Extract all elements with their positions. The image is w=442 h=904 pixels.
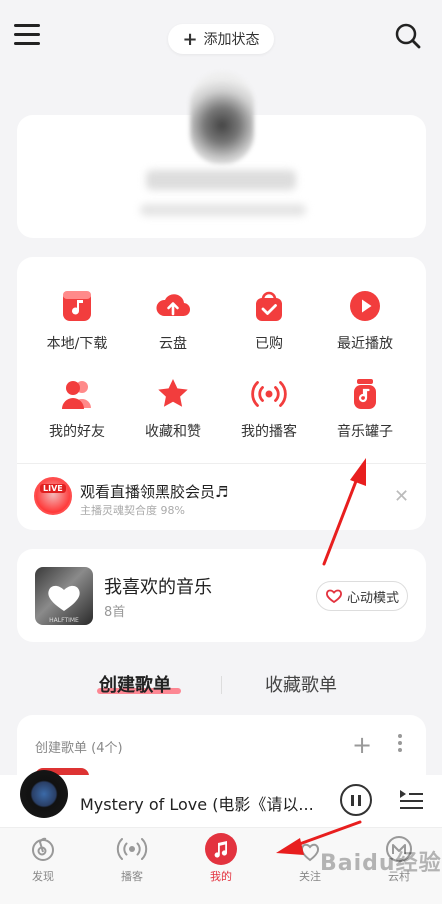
grid-item-label: 我的好友: [49, 424, 105, 440]
grid-item-label: 最近播放: [337, 336, 393, 352]
star-icon: [155, 376, 191, 412]
album-disc[interactable]: [20, 770, 68, 818]
tab-collected-playlists[interactable]: 收藏歌单: [265, 671, 337, 697]
grid-item-label: 收藏和赞: [145, 424, 201, 440]
live-promo-subtitle: 主播灵魂契合度 98%: [80, 504, 185, 517]
add-status-label: 添加状态: [203, 32, 260, 48]
grid-item-friends[interactable]: 我的好友: [32, 376, 122, 446]
cloud-upload-icon: [155, 288, 191, 324]
live-badge: LIVE: [40, 484, 66, 493]
live-promo-title[interactable]: 观看直播领黑胶会员♬: [80, 481, 228, 502]
grid-item-label: 音乐罐子: [337, 424, 393, 440]
podcast-icon: [116, 833, 148, 865]
nav-label: 我的: [210, 870, 232, 883]
more-icon[interactable]: [396, 734, 404, 754]
grid-item-local-download[interactable]: 本地/下载: [32, 288, 122, 358]
nav-discover[interactable]: 发现: [8, 833, 78, 884]
shopping-bag-icon: [251, 288, 287, 324]
nav-label: 发现: [32, 870, 54, 883]
divider: [17, 463, 426, 464]
profile-stats-blurred: [140, 204, 306, 216]
grid-item-cloud[interactable]: 云盘: [128, 288, 218, 358]
nav-mine[interactable]: 我的: [186, 833, 256, 884]
cover-text: HALFTIME: [49, 617, 79, 624]
song-title[interactable]: Mystery of Love (电影《请以...: [80, 791, 330, 815]
grid-item-podcast[interactable]: 我的播客: [224, 376, 314, 446]
live-avatar[interactable]: [34, 477, 72, 515]
search-icon[interactable]: [394, 22, 422, 50]
liked-music-count: 8首: [104, 605, 126, 620]
plus-icon: +: [182, 28, 198, 50]
playlist-queue-icon[interactable]: [398, 788, 424, 810]
close-icon[interactable]: ✕: [394, 486, 409, 507]
playlist-section-header: 创建歌单 (4个): [35, 741, 123, 756]
heart-outline-icon: [325, 589, 342, 604]
add-playlist-icon[interactable]: +: [352, 731, 372, 759]
music-jar-icon: [347, 376, 383, 412]
grid-item-recent[interactable]: 最近播放: [320, 288, 410, 358]
menu-icon[interactable]: [14, 24, 40, 46]
friends-icon: [59, 376, 95, 412]
discover-icon: [27, 833, 59, 865]
nav-label: 播客: [121, 870, 143, 883]
play-circle-icon: [347, 288, 383, 324]
liked-music-cover[interactable]: HALFTIME: [35, 567, 93, 625]
grid-item-label: 我的播客: [241, 424, 297, 440]
music-file-icon: [59, 288, 95, 324]
liked-music-title[interactable]: 我喜欢的音乐: [104, 573, 212, 599]
grid-item-music-jar[interactable]: 音乐罐子: [320, 376, 410, 446]
podcast-icon: [251, 376, 287, 412]
grid-item-label: 云盘: [159, 336, 187, 352]
grid-item-favorites[interactable]: 收藏和赞: [128, 376, 218, 446]
grid-item-label: 已购: [255, 336, 283, 352]
watermark: Baidu经验: [320, 851, 442, 876]
pause-button[interactable]: [340, 784, 372, 816]
grid-item-label: 本地/下载: [46, 336, 108, 352]
username-blurred: [146, 170, 296, 190]
nav-podcast[interactable]: 播客: [97, 833, 167, 884]
music-note-icon: [205, 833, 237, 865]
heart-mode-button[interactable]: 心动模式: [316, 581, 408, 611]
tab-created-playlists[interactable]: 创建歌单: [99, 671, 171, 697]
tab-separator: [221, 676, 222, 694]
avatar[interactable]: [190, 72, 254, 164]
grid-item-purchased[interactable]: 已购: [224, 288, 314, 358]
add-status-button[interactable]: + 添加状态: [168, 24, 274, 54]
heart-mode-label: 心动模式: [346, 590, 399, 606]
